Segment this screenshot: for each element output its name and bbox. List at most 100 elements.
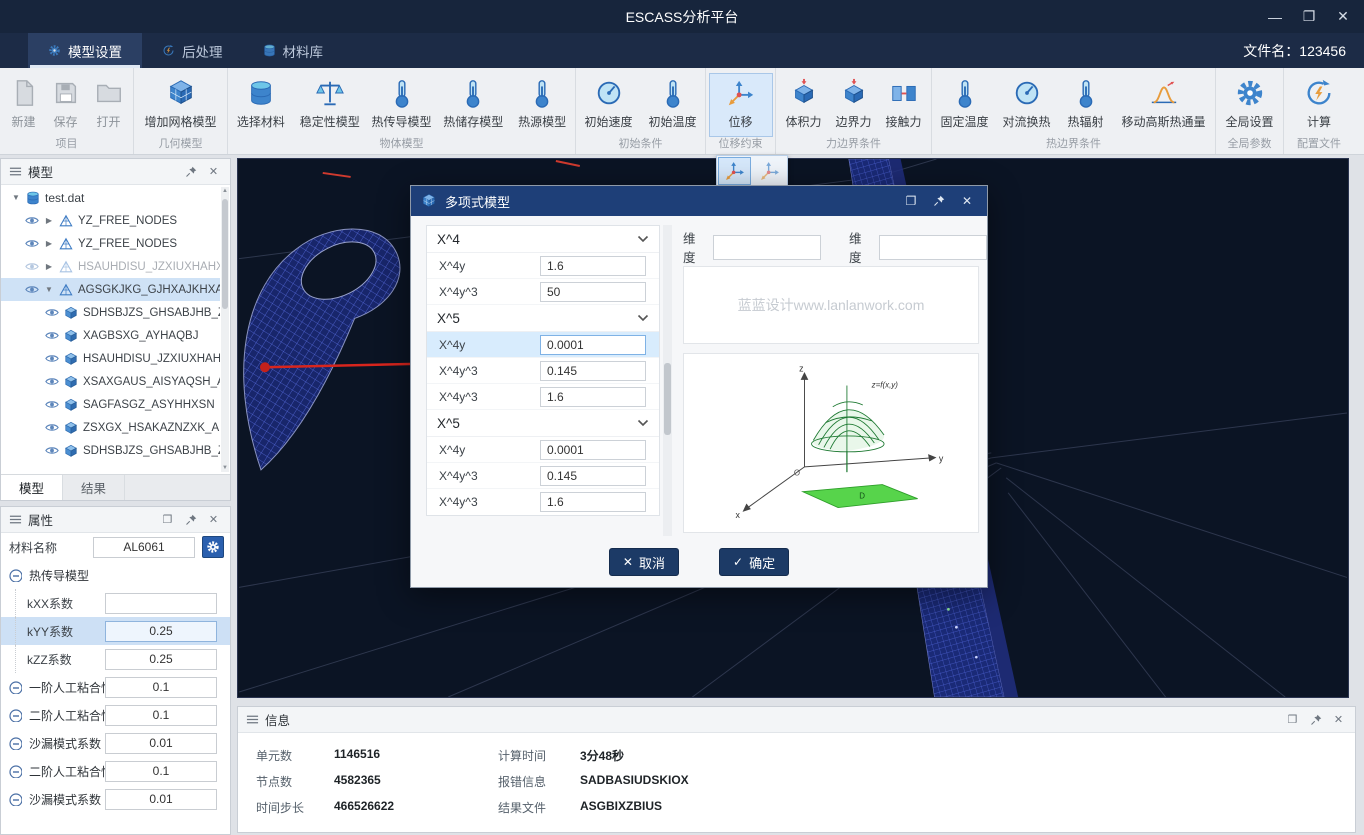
heat-storage-model-button[interactable]: 热储存模型 <box>437 73 509 137</box>
hourglass-coefficient-input-2[interactable] <box>105 789 217 810</box>
dialog-restore-icon[interactable]: ❐ <box>901 191 921 211</box>
tab-model-settings[interactable]: 模型设置 <box>28 33 142 68</box>
displacement-button[interactable]: 位移 <box>709 73 773 137</box>
close-icon[interactable]: ✕ <box>205 511 222 528</box>
tree-item[interactable]: SAGFASGZ_ASYHHXSN <box>1 393 220 416</box>
select-material-button[interactable]: 选择材料 <box>228 73 294 137</box>
eye-icon[interactable] <box>25 261 39 272</box>
coefficient-input[interactable] <box>540 492 646 512</box>
body-force-button[interactable]: 体积力 <box>779 73 829 137</box>
displacement-option-1[interactable] <box>718 157 751 185</box>
fixed-temperature-button[interactable]: 固定温度 <box>934 73 996 137</box>
eye-icon[interactable] <box>25 215 39 226</box>
eye-icon[interactable] <box>45 307 59 318</box>
tab-material-library[interactable]: 材料库 <box>243 33 344 68</box>
hourglass-coefficient-input[interactable] <box>105 733 217 754</box>
eye-icon[interactable] <box>45 422 59 433</box>
collapse-icon[interactable] <box>9 569 22 582</box>
eye-icon[interactable] <box>25 284 39 295</box>
compute-button[interactable]: 计算 <box>1287 73 1351 137</box>
collapse-icon[interactable] <box>9 765 22 778</box>
tree-item[interactable]: SDHSBJZS_GHSABJHB_ZAHU <box>1 439 220 462</box>
tree-item[interactable]: SDHSBJZS_GHSABJHB_ZAHU <box>1 301 220 324</box>
material-name-input[interactable] <box>93 537 195 558</box>
expander-icon[interactable]: ▼ <box>44 285 54 294</box>
expander-icon[interactable]: ▼ <box>11 193 21 202</box>
close-button[interactable]: ✕ <box>1326 0 1360 33</box>
collapse-icon[interactable] <box>9 737 22 750</box>
add-mesh-model-button[interactable]: 增加网格模型 <box>136 73 226 137</box>
scrollbar-thumb[interactable] <box>664 363 671 435</box>
expander-icon[interactable]: ▶ <box>44 239 54 248</box>
eye-icon[interactable] <box>45 353 59 364</box>
coefficient-input[interactable] <box>540 282 646 302</box>
pin-icon[interactable] <box>182 163 199 180</box>
tree-item-selected[interactable]: ▼AGSGKJKG_GJHXAJKHXA <box>1 278 220 301</box>
global-settings-button[interactable]: 全局设置 <box>1218 73 1282 137</box>
eye-icon[interactable] <box>45 399 59 410</box>
restore-icon[interactable]: ❐ <box>1284 711 1301 728</box>
kxx-input[interactable] <box>105 593 217 614</box>
eye-icon[interactable] <box>45 330 59 341</box>
pin-icon[interactable] <box>182 511 199 528</box>
tree-item[interactable]: ▶YZ_FREE_NODES <box>1 209 220 232</box>
section-x5-2[interactable]: X^5 <box>427 410 659 437</box>
expander-icon[interactable]: ▶ <box>44 216 54 225</box>
coefficient-input[interactable] <box>540 440 646 460</box>
restore-icon[interactable]: ❐ <box>159 511 176 528</box>
dialog-title-bar[interactable]: 多项式模型 ❐ ✕ <box>411 186 987 216</box>
kyy-input[interactable] <box>105 621 217 642</box>
scroll-up-icon[interactable]: ▲ <box>221 187 229 195</box>
collapse-icon[interactable] <box>9 793 22 806</box>
coefficient-row-selected[interactable]: X^4y <box>427 332 659 358</box>
open-button[interactable]: 打开 <box>87 73 131 137</box>
section-x4[interactable]: X^4 <box>427 226 659 253</box>
moving-gauss-flux-button[interactable]: 移动高斯热通量 <box>1114 73 1214 137</box>
collapse-icon[interactable] <box>9 681 22 694</box>
expander-icon[interactable]: ▶ <box>44 262 54 271</box>
new-button[interactable]: 新建 <box>3 73 45 137</box>
close-icon[interactable]: ✕ <box>205 163 222 180</box>
scroll-down-icon[interactable]: ▼ <box>221 464 229 472</box>
section-x5[interactable]: X^5 <box>427 305 659 332</box>
stability-model-button[interactable]: 稳定性模型 <box>294 73 366 137</box>
boundary-force-button[interactable]: 边界力 <box>829 73 879 137</box>
ok-button[interactable]: ✓确定 <box>719 548 789 576</box>
tree-item[interactable]: XAGBSXG_AYHAQBJ <box>1 324 220 347</box>
eye-icon[interactable] <box>45 445 59 456</box>
cancel-button[interactable]: ✕取消 <box>609 548 679 576</box>
scrollbar-thumb[interactable] <box>222 199 228 309</box>
tab-post-processing[interactable]: 后处理 <box>142 33 243 68</box>
tree-item[interactable]: ZSXGX_HSAKAZNZXK_AHASX <box>1 416 220 439</box>
tab-results[interactable]: 结果 <box>63 475 125 500</box>
first-order-viscosity-input[interactable] <box>105 677 217 698</box>
tree-root[interactable]: ▼ test.dat <box>1 186 220 209</box>
initial-temperature-button[interactable]: 初始温度 <box>641 73 705 137</box>
contact-force-button[interactable]: 接触力 <box>879 73 929 137</box>
tree-item[interactable]: ▶HSAUHDISU_JZXIUXHAHX <box>1 255 220 278</box>
save-button[interactable]: 保存 <box>45 73 87 137</box>
coefficient-input[interactable] <box>540 466 646 486</box>
eye-icon[interactable] <box>45 376 59 387</box>
radiation-button[interactable]: 热辐射 <box>1058 73 1114 137</box>
second-order-viscosity-input-2[interactable] <box>105 761 217 782</box>
minimize-button[interactable]: — <box>1258 0 1292 33</box>
tree-item[interactable]: HSAUHDISU_JZXIUXHAHX <box>1 347 220 370</box>
pin-icon[interactable] <box>1307 711 1324 728</box>
dialog-close-icon[interactable]: ✕ <box>957 191 977 211</box>
kyy-row-selected[interactable]: kYY系数 <box>1 617 230 645</box>
dialog-scrollbar[interactable] <box>663 225 672 536</box>
dimension-input-1[interactable] <box>713 235 821 260</box>
maximize-button[interactable]: ❐ <box>1292 0 1326 33</box>
coefficient-input[interactable] <box>540 387 646 407</box>
tree-item[interactable]: XSAXGAUS_AISYAQSH_ASHX <box>1 370 220 393</box>
coefficient-input[interactable] <box>540 361 646 381</box>
initial-velocity-button[interactable]: 初始速度 <box>577 73 641 137</box>
kzz-input[interactable] <box>105 649 217 670</box>
material-settings-button[interactable] <box>202 536 224 558</box>
tab-model-tree[interactable]: 模型 <box>1 475 63 500</box>
collapse-icon[interactable] <box>9 709 22 722</box>
heat-source-model-button[interactable]: 热源模型 <box>509 73 575 137</box>
coefficient-input[interactable] <box>540 335 646 355</box>
convection-button[interactable]: 对流换热 <box>996 73 1058 137</box>
